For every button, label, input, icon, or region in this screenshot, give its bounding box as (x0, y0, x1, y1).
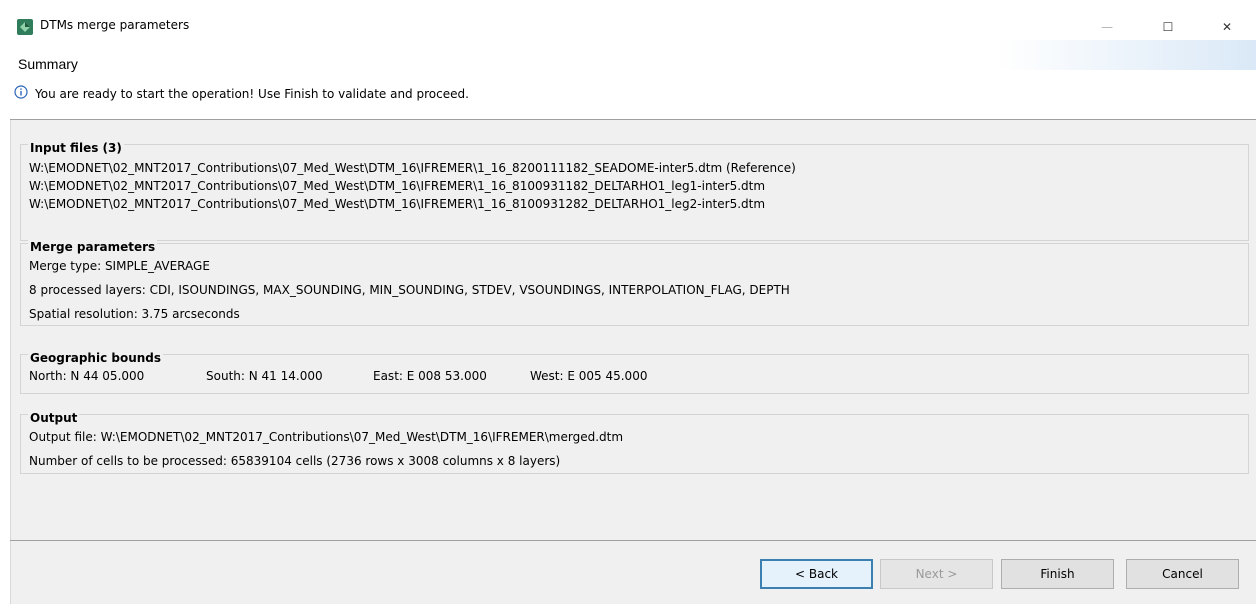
cancel-button[interactable]: Cancel (1126, 559, 1239, 589)
output-group: Output Output file: W:\EMODNET\02_MNT201… (20, 411, 1249, 474)
finish-button[interactable]: Finish (1001, 559, 1114, 589)
input-file-item: W:\EMODNET\02_MNT2017_Contributions\07_M… (29, 179, 766, 193)
input-files-group: Input files (3) W:\EMODNET\02_MNT2017_Co… (20, 141, 1249, 241)
processed-layers: 8 processed layers: CDI, ISOUNDINGS, MAX… (29, 283, 790, 297)
output-file: Output file: W:\EMODNET\02_MNT2017_Contr… (29, 430, 624, 444)
summary-panel: Input files (3) W:\EMODNET\02_MNT2017_Co… (10, 120, 1256, 540)
info-icon (14, 85, 28, 99)
minimize-button[interactable]: — (1084, 12, 1130, 42)
merge-parameters-title: Merge parameters (28, 240, 158, 254)
cells-count: Number of cells to be processed: 6583910… (29, 454, 561, 468)
bound-east: East: E 008 53.000 (373, 369, 487, 383)
merge-type: Merge type: SIMPLE_AVERAGE (29, 259, 210, 273)
merge-parameters-group: Merge parameters Merge type: SIMPLE_AVER… (20, 240, 1249, 326)
back-button[interactable]: < Back (760, 559, 873, 589)
spatial-resolution: Spatial resolution: 3.75 arcseconds (29, 307, 240, 321)
output-title: Output (28, 411, 80, 425)
bound-south: South: N 41 14.000 (206, 369, 323, 383)
maximize-button[interactable]: ☐ (1145, 12, 1191, 42)
info-message: You are ready to start the operation! Us… (35, 87, 469, 101)
button-bar: < Back Next > Finish Cancel (10, 541, 1256, 604)
bound-north: North: N 44 05.000 (29, 369, 145, 383)
input-file-item: W:\EMODNET\02_MNT2017_Contributions\07_M… (29, 197, 766, 211)
header-banner (996, 40, 1256, 70)
input-files-title: Input files (3) (28, 141, 124, 155)
bound-west: West: E 005 45.000 (530, 369, 648, 383)
app-logo-icon (17, 19, 33, 35)
next-button[interactable]: Next > (880, 559, 993, 589)
window-title: DTMs merge parameters (40, 18, 190, 32)
geographic-bounds-group: Geographic bounds North: N 44 05.000 Sou… (20, 351, 1249, 394)
input-file-item: W:\EMODNET\02_MNT2017_Contributions\07_M… (29, 161, 796, 175)
close-button[interactable]: ✕ (1204, 12, 1250, 42)
page-title: Summary (18, 56, 78, 72)
geographic-bounds-title: Geographic bounds (28, 351, 164, 365)
